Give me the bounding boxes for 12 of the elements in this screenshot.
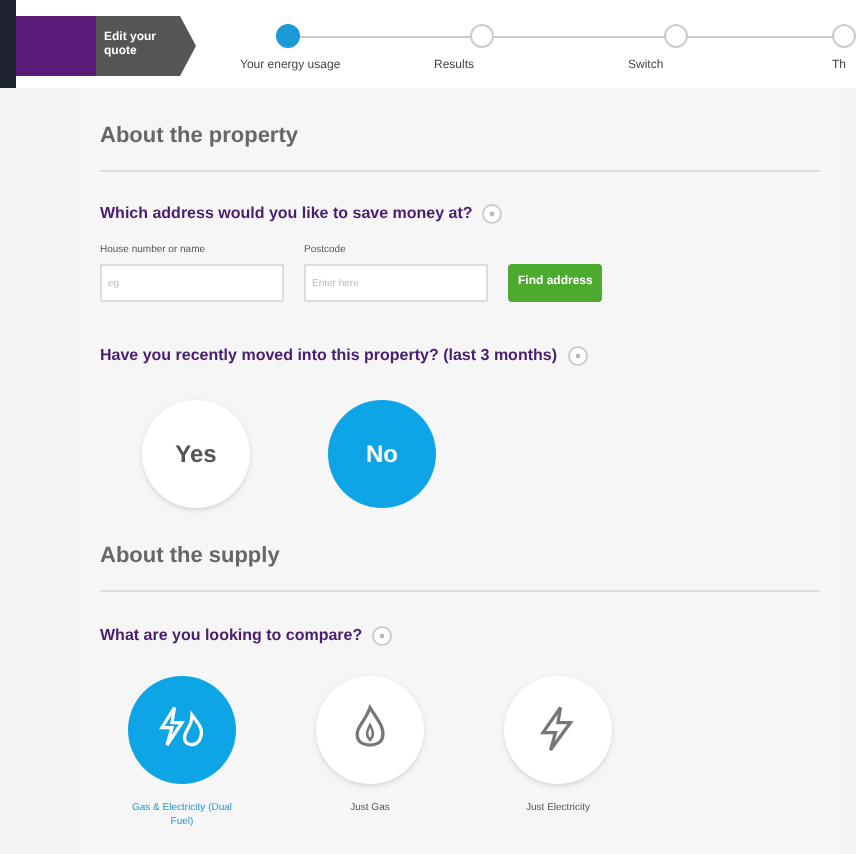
- question-text: Have you recently moved into this property? (last 3 months): [100, 344, 557, 368]
- question-text: What are you looking to compare?: [100, 623, 363, 647]
- option-button[interactable]: [504, 675, 612, 783]
- option-button[interactable]: [316, 675, 424, 783]
- help-icon[interactable]: [372, 625, 393, 645]
- section-heading: About the property: [100, 122, 300, 152]
- help-icon[interactable]: [482, 203, 503, 223]
- answer-button[interactable]: Yes: [142, 400, 250, 508]
- section-heading: About the supply: [100, 542, 282, 572]
- option-button[interactable]: [128, 675, 236, 783]
- help-icon[interactable]: [567, 346, 587, 366]
- question-text: Which address would you like to save money at?: [100, 201, 473, 225]
